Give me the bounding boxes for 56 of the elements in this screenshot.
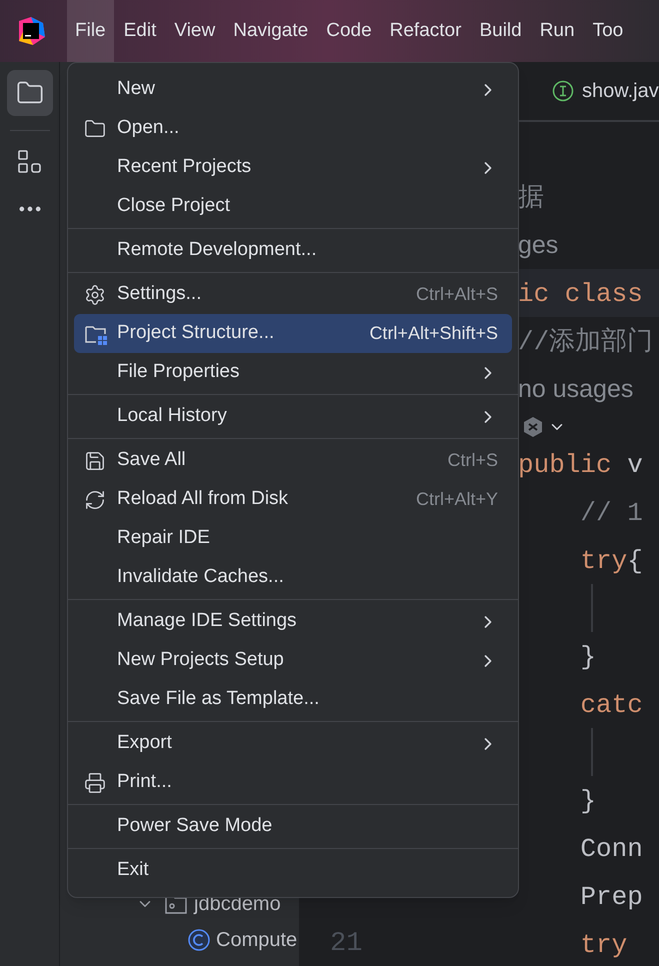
code-line: try{ bbox=[579, 544, 643, 574]
app-logo-icon bbox=[17, 17, 45, 45]
save-icon bbox=[84, 450, 106, 472]
structure-icon[interactable] bbox=[16, 149, 42, 175]
code-line: // 1 bbox=[579, 496, 643, 526]
menu-bar-item[interactable]: File bbox=[67, 0, 114, 62]
code-line: Prep bbox=[579, 880, 643, 910]
menu-item[interactable]: Save File as Template... bbox=[74, 680, 512, 719]
menu-item[interactable]: Open... bbox=[74, 109, 512, 148]
menu-item[interactable]: New Projects Setup bbox=[74, 641, 512, 680]
menu-item[interactable]: Project Structure... Ctrl+Alt+Shift+S bbox=[74, 314, 512, 353]
menu-item[interactable]: Export bbox=[74, 724, 512, 763]
interface-icon bbox=[552, 80, 574, 102]
code-line: catc bbox=[579, 688, 643, 718]
menu-item[interactable]: Recent Projects bbox=[74, 148, 512, 187]
hexagon-icon[interactable] bbox=[522, 416, 544, 438]
menu-item[interactable]: Settings... Ctrl+Alt+S bbox=[74, 275, 512, 314]
menu-item[interactable]: Save All Ctrl+S bbox=[74, 441, 512, 480]
menu-bar-item[interactable]: Build bbox=[471, 0, 530, 62]
code-line: no usages bbox=[518, 374, 634, 404]
menu-item[interactable]: Local History bbox=[74, 397, 512, 436]
editor-tab[interactable]: show.jav bbox=[552, 76, 659, 106]
menu-item[interactable]: Power Save Mode bbox=[74, 807, 512, 846]
menu-bar-item[interactable]: Navigate bbox=[225, 0, 316, 62]
project-tool-button[interactable] bbox=[6, 70, 52, 116]
menu-item[interactable]: Print... bbox=[74, 763, 512, 802]
menu-item[interactable]: Close Project bbox=[74, 187, 512, 226]
code-line: 据 bbox=[518, 182, 544, 210]
menu-item[interactable]: Repair IDE bbox=[74, 519, 512, 558]
code-line: } bbox=[579, 784, 596, 814]
code-line: try bbox=[579, 928, 628, 958]
menu-item[interactable]: Remote Development... bbox=[74, 231, 512, 270]
class-icon bbox=[188, 929, 210, 951]
menu-bar-item[interactable]: View bbox=[166, 0, 224, 62]
menu-item[interactable]: New bbox=[74, 70, 512, 109]
menu-bar-item[interactable]: Too bbox=[584, 0, 632, 62]
menu-item[interactable]: File Properties bbox=[74, 353, 512, 392]
menu-bar-item[interactable]: Run bbox=[532, 0, 583, 62]
folder-icon bbox=[84, 118, 106, 140]
menu-item[interactable]: Exit bbox=[74, 851, 512, 890]
printer-icon bbox=[84, 772, 106, 794]
menu-item[interactable]: Reload All from Disk Ctrl+Alt+Y bbox=[74, 480, 512, 519]
tree-item-label[interactable]: Compute bbox=[216, 925, 298, 955]
code-line: public v bbox=[518, 448, 643, 478]
menu-bar-item[interactable]: Edit bbox=[116, 0, 164, 62]
menu-item[interactable]: Manage IDE Settings bbox=[74, 602, 512, 641]
code-line: } bbox=[579, 640, 596, 670]
menu-bar-item[interactable]: Refactor bbox=[382, 0, 470, 62]
code-line: ic class bbox=[518, 278, 643, 306]
menu-bar-item[interactable]: Code bbox=[318, 0, 380, 62]
code-line: ges bbox=[518, 230, 558, 260]
settings-icon bbox=[84, 284, 106, 306]
code-line: Conn bbox=[579, 832, 643, 862]
menu-item[interactable]: Invalidate Caches... bbox=[74, 558, 512, 597]
code-line: //添加部门 bbox=[518, 326, 654, 354]
reload-icon bbox=[84, 488, 106, 510]
